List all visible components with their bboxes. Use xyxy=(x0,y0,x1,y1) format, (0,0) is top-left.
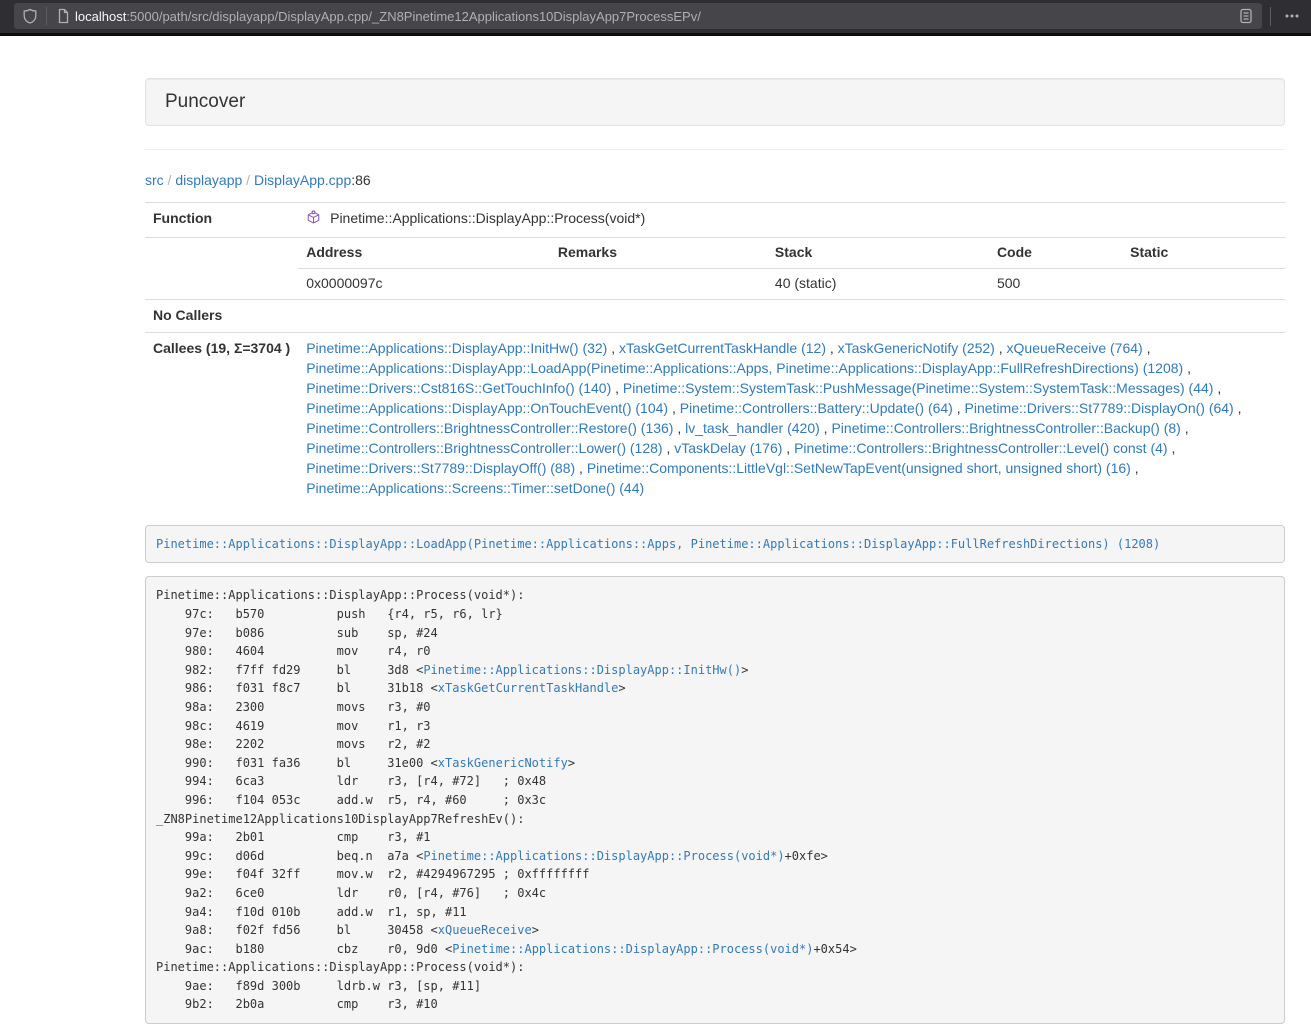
assembly-symbol-link[interactable]: Pinetime::Applications::DisplayApp::Proc… xyxy=(452,942,813,956)
assembly-symbol-link[interactable]: Pinetime::Applications::DisplayApp::Init… xyxy=(423,663,741,677)
address-value: 0x0000097c xyxy=(298,268,550,298)
breadcrumb-link[interactable]: DisplayApp.cpp xyxy=(254,172,351,188)
callees-label: Callees (19, Σ=3704 ) xyxy=(145,332,298,504)
urlbar-separator xyxy=(46,7,47,25)
function-label: Function xyxy=(145,203,298,238)
callee-link[interactable]: xTaskGetCurrentTaskHandle (12) xyxy=(619,340,826,356)
breadcrumb-line-number: :86 xyxy=(351,172,370,188)
callee-link[interactable]: lv_task_handler (420) xyxy=(685,420,820,436)
code-value: 500 xyxy=(989,268,1122,298)
browser-toolbar: localhost:5000/path/src/displayapp/Displ… xyxy=(0,0,1311,33)
no-callers-label: No Callers xyxy=(145,299,298,332)
url-text[interactable]: localhost:5000/path/src/displayapp/Displ… xyxy=(75,9,1238,24)
stack-value: 40 (static) xyxy=(767,268,989,298)
col-address: Address xyxy=(298,238,550,268)
assembly-symbol-link[interactable]: xTaskGenericNotify xyxy=(438,756,568,770)
url-bar[interactable]: localhost:5000/path/src/displayapp/Displ… xyxy=(14,3,1262,29)
url-path: :5000/path/src/displayapp/DisplayApp.cpp… xyxy=(126,9,701,24)
callee-link[interactable]: Pinetime::Applications::Screens::Timer::… xyxy=(306,480,644,496)
breadcrumb-separator: / xyxy=(242,172,254,188)
remarks-value xyxy=(550,268,767,298)
divider xyxy=(145,149,1285,150)
assembly-code: Pinetime::Applications::DisplayApp::Proc… xyxy=(145,576,1285,1024)
callee-link[interactable]: Pinetime::Drivers::Cst816S::GetTouchInfo… xyxy=(306,380,611,396)
callee-link[interactable]: Pinetime::Drivers::St7789::DisplayOn() (… xyxy=(965,400,1234,416)
callers-row: No Callers xyxy=(145,299,1285,332)
callee-link[interactable]: Pinetime::Controllers::BrightnessControl… xyxy=(306,420,673,436)
static-value xyxy=(1122,268,1285,298)
col-stack: Stack xyxy=(767,238,989,268)
function-cube-icon xyxy=(306,210,321,231)
reader-mode-icon[interactable] xyxy=(1238,8,1254,24)
app-header-panel: Puncover xyxy=(145,78,1285,126)
callee-link[interactable]: Pinetime::Applications::DisplayApp::Init… xyxy=(306,340,607,356)
highlighted-symbol-link[interactable]: Pinetime::Applications::DisplayApp::Load… xyxy=(156,537,1160,551)
assembly-symbol-link[interactable]: Pinetime::Applications::DisplayApp::Proc… xyxy=(423,849,784,863)
callee-link[interactable]: xQueueReceive (764) xyxy=(1007,340,1143,356)
assembly-symbol-link[interactable]: xQueueReceive xyxy=(438,923,532,937)
page-container: Puncover src / displayapp / DisplayApp.c… xyxy=(145,78,1285,1024)
breadcrumb: src / displayapp / DisplayApp.cpp:86 xyxy=(145,170,1285,190)
callee-link[interactable]: Pinetime::Controllers::BrightnessControl… xyxy=(794,440,1167,456)
callee-link[interactable]: Pinetime::Controllers::BrightnessControl… xyxy=(306,440,662,456)
overflow-menu-icon[interactable] xyxy=(1283,8,1301,24)
callee-link[interactable]: Pinetime::Applications::DisplayApp::Load… xyxy=(306,360,1183,376)
callee-link[interactable]: vTaskDelay (176) xyxy=(674,440,782,456)
callee-link[interactable]: Pinetime::System::SystemTask::PushMessag… xyxy=(623,380,1214,396)
assembly-symbol-link[interactable]: xTaskGetCurrentTaskHandle xyxy=(438,681,619,695)
callees-row: Callees (19, Σ=3704 ) Pinetime::Applicat… xyxy=(145,332,1285,504)
toolbar-separator xyxy=(1270,7,1271,26)
callee-link[interactable]: Pinetime::Components::LittleVgl::SetNewT… xyxy=(587,460,1131,476)
function-name: Pinetime::Applications::DisplayApp::Proc… xyxy=(330,210,645,226)
metrics-row: Address Remarks Stack Code Static 0x0000… xyxy=(145,237,1285,299)
breadcrumb-separator: / xyxy=(164,172,176,188)
col-code: Code xyxy=(989,238,1122,268)
callee-link[interactable]: Pinetime::Drivers::St7789::DisplayOff() … xyxy=(306,460,575,476)
url-host: localhost xyxy=(75,9,126,24)
page-icon[interactable] xyxy=(55,8,71,24)
metrics-table: Address Remarks Stack Code Static 0x0000… xyxy=(298,238,1285,299)
function-table: Function Pinetime::Applications::Display… xyxy=(145,202,1285,505)
shield-icon[interactable] xyxy=(22,8,38,24)
col-static: Static xyxy=(1122,238,1285,268)
col-remarks: Remarks xyxy=(550,238,767,268)
callee-link[interactable]: Pinetime::Applications::DisplayApp::OnTo… xyxy=(306,400,668,416)
callees-list: Pinetime::Applications::DisplayApp::Init… xyxy=(298,332,1285,504)
app-title: Puncover xyxy=(165,91,245,112)
callee-link[interactable]: Pinetime::Controllers::BrightnessControl… xyxy=(831,420,1180,436)
breadcrumb-link[interactable]: displayapp xyxy=(175,172,242,188)
callee-link[interactable]: Pinetime::Controllers::Battery::Update()… xyxy=(680,400,953,416)
function-row: Function Pinetime::Applications::Display… xyxy=(145,203,1285,238)
toolbar-bottom-border xyxy=(0,33,1311,36)
breadcrumb-link[interactable]: src xyxy=(145,172,164,188)
highlighted-symbol-box: Pinetime::Applications::DisplayApp::Load… xyxy=(145,525,1285,564)
callee-link[interactable]: xTaskGenericNotify (252) xyxy=(838,340,995,356)
metrics-values-row: 0x0000097c 40 (static) 500 xyxy=(298,268,1285,298)
